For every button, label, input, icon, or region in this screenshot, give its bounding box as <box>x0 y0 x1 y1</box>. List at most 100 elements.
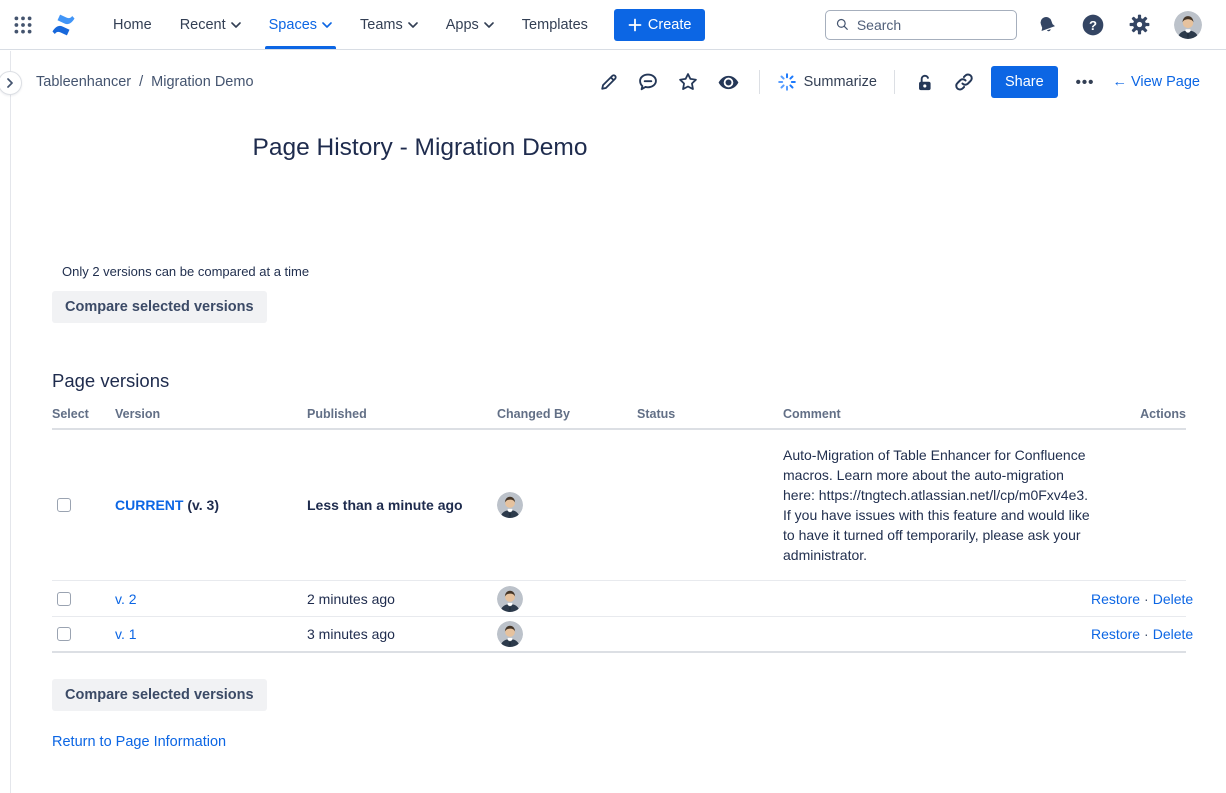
version-number: (v. 3) <box>187 497 219 513</box>
topnav-right-group: ? <box>825 7 1206 43</box>
page-toolbar: Summarize Share ••• ← View Page <box>596 66 1200 98</box>
version-link[interactable]: v. 1 <box>115 626 137 642</box>
primary-nav: Home Recent Spaces Teams Apps Templates <box>99 0 602 49</box>
more-actions-button[interactable]: ••• <box>1072 72 1099 93</box>
published-time: 2 minutes ago <box>307 591 497 607</box>
table-row-version-3: CURRENT (v. 3) Less than a minute ago <box>52 430 1186 581</box>
gear-icon <box>1128 13 1151 36</box>
search-input[interactable] <box>857 17 1007 33</box>
watch-button[interactable] <box>715 69 742 96</box>
column-header-version: Version <box>115 407 307 421</box>
top-navigation: Home Recent Spaces Teams Apps Templates … <box>0 0 1226 50</box>
table-row-version-2: v. 2 2 minutes ago Restore <box>52 581 1186 617</box>
delete-link[interactable]: Delete <box>1153 591 1193 607</box>
version-comment: Auto-Migration of Table Enhancer for Con… <box>783 437 1091 573</box>
settings-button[interactable] <box>1124 9 1155 40</box>
profile-button[interactable] <box>1170 7 1206 43</box>
chevron-down-icon <box>484 22 494 28</box>
summarize-button[interactable]: Summarize <box>777 72 877 92</box>
column-header-changed-by: Changed By <box>497 407 637 421</box>
breadcrumb-page-link[interactable]: Migration Demo <box>151 74 253 90</box>
plus-icon <box>628 18 642 32</box>
table-header-row: Select Version Published Changed By Stat… <box>52 407 1186 430</box>
published-time: 3 minutes ago <box>307 626 497 642</box>
app-switcher-button[interactable] <box>8 10 38 40</box>
share-button[interactable]: Share <box>991 66 1058 98</box>
nav-label: Apps <box>446 17 479 33</box>
column-header-comment: Comment <box>783 407 1091 421</box>
column-header-actions: Actions <box>1091 407 1186 421</box>
toolbar-divider <box>894 70 895 94</box>
sidebar-rail <box>10 51 11 793</box>
confluence-logo[interactable] <box>46 8 81 42</box>
actions-cell: Restore·Delete <box>1091 626 1193 642</box>
search-icon <box>835 16 850 33</box>
page-header: Tableenhancer / Migration Demo <box>0 50 1226 114</box>
action-separator: · <box>1144 591 1149 607</box>
favourite-button[interactable] <box>675 69 701 95</box>
page-history-content: Page History - Migration Demo Only 2 ver… <box>0 134 1226 751</box>
toolbar-divider <box>759 70 760 94</box>
create-button[interactable]: Create <box>614 9 706 41</box>
column-header-published: Published <box>307 407 497 421</box>
changed-by-avatar[interactable] <box>497 621 523 647</box>
chevron-down-icon <box>231 22 241 28</box>
copy-link-button[interactable] <box>951 69 977 95</box>
changed-by-avatar[interactable] <box>497 586 523 612</box>
table-row-version-1: v. 1 3 minutes ago Restore <box>52 617 1186 653</box>
chevron-down-icon <box>408 22 418 28</box>
nav-item-recent[interactable]: Recent <box>166 0 255 49</box>
changed-by-avatar[interactable] <box>497 492 523 518</box>
nav-label: Spaces <box>269 17 317 33</box>
restore-link[interactable]: Restore <box>1091 626 1140 642</box>
restrictions-button[interactable] <box>912 70 937 95</box>
delete-link[interactable]: Delete <box>1153 626 1193 642</box>
edit-button[interactable] <box>596 70 621 95</box>
nav-item-apps[interactable]: Apps <box>432 0 508 49</box>
column-header-select: Select <box>52 407 115 421</box>
select-version-checkbox[interactable] <box>57 592 71 606</box>
breadcrumb-space-link[interactable]: Tableenhancer <box>36 74 131 90</box>
compare-hint-text: Only 2 versions can be compared at a tim… <box>62 264 1226 279</box>
notifications-button[interactable] <box>1032 10 1062 40</box>
watching-eye-icon <box>717 71 740 94</box>
ai-sparkle-icon <box>777 72 797 92</box>
current-version-link[interactable]: CURRENT <box>115 497 183 513</box>
user-avatar <box>1174 11 1202 39</box>
question-icon: ? <box>1081 13 1105 37</box>
global-search[interactable] <box>825 10 1017 40</box>
page-title: Page History - Migration Demo <box>0 134 840 162</box>
version-link[interactable]: v. 2 <box>115 591 137 607</box>
chevron-right-icon <box>6 78 14 88</box>
restore-link[interactable]: Restore <box>1091 591 1140 607</box>
nav-label: Teams <box>360 17 403 33</box>
pencil-icon <box>598 72 619 93</box>
comments-button[interactable] <box>635 69 661 95</box>
compare-selected-versions-button-top[interactable]: Compare selected versions <box>52 291 267 323</box>
summarize-label: Summarize <box>804 74 877 90</box>
comment-icon <box>637 71 659 93</box>
return-to-page-information-link[interactable]: Return to Page Information <box>52 734 226 750</box>
svg-text:?: ? <box>1089 17 1097 32</box>
back-arrow-icon: ← <box>1112 74 1127 90</box>
view-page-label: View Page <box>1131 74 1200 90</box>
page-versions-table: Select Version Published Changed By Stat… <box>52 407 1186 653</box>
breadcrumb: Tableenhancer / Migration Demo <box>36 74 254 90</box>
chevron-down-icon <box>322 22 332 28</box>
view-page-link[interactable]: ← View Page <box>1112 74 1200 90</box>
compare-selected-versions-button-bottom[interactable]: Compare selected versions <box>52 679 267 711</box>
nav-item-home[interactable]: Home <box>99 0 166 49</box>
select-version-checkbox[interactable] <box>57 627 71 641</box>
link-icon <box>953 71 975 93</box>
breadcrumb-separator: / <box>139 74 143 90</box>
select-version-checkbox[interactable] <box>57 498 71 512</box>
nav-label: Recent <box>180 17 226 33</box>
nav-item-templates[interactable]: Templates <box>508 0 602 49</box>
action-separator: · <box>1144 626 1149 642</box>
nav-item-teams[interactable]: Teams <box>346 0 432 49</box>
star-icon <box>677 71 699 93</box>
unlocked-padlock-icon <box>914 72 935 93</box>
nav-item-spaces[interactable]: Spaces <box>255 0 346 49</box>
help-button[interactable]: ? <box>1077 9 1109 41</box>
nav-label: Templates <box>522 17 588 33</box>
